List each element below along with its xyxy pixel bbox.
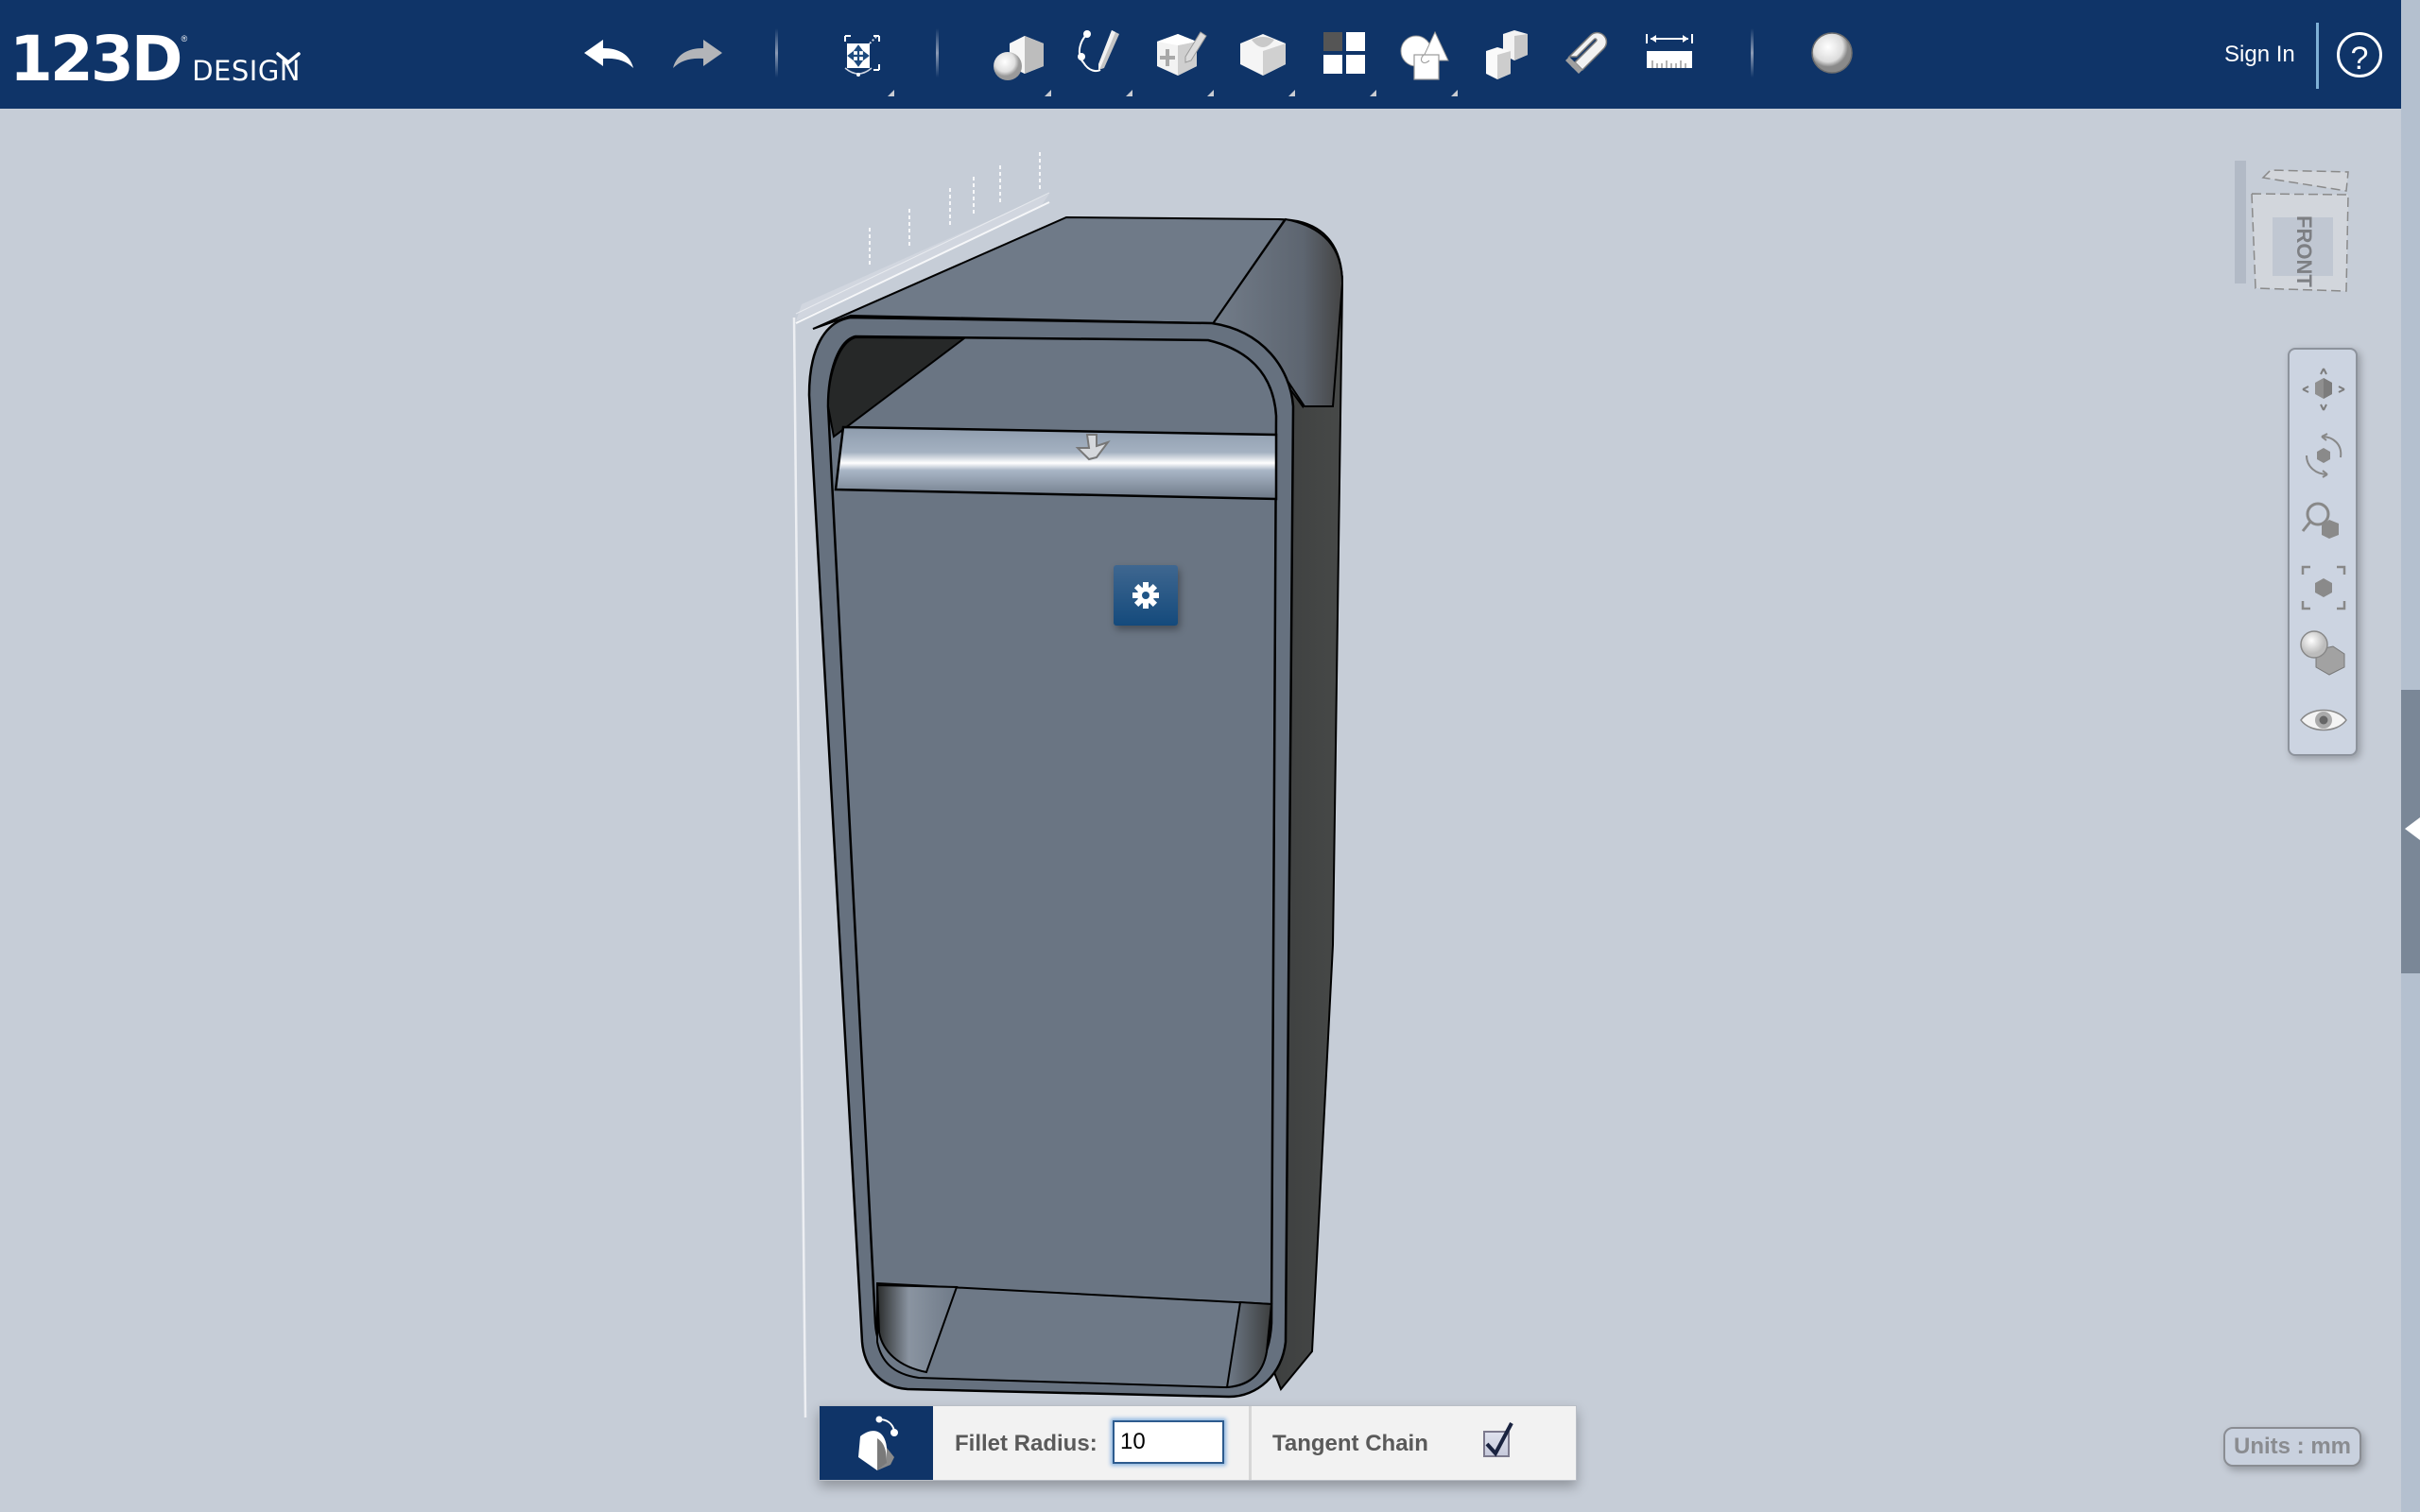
units-indicator[interactable]: Units : mm (2223, 1427, 2361, 1467)
navigation-bar (2288, 348, 2358, 756)
pan-button[interactable] (2299, 365, 2348, 414)
fit-to-view-icon (2301, 565, 2346, 610)
pan-icon (2302, 368, 2345, 411)
show-hide-button[interactable] (2299, 696, 2348, 745)
chevron-left-icon (2405, 817, 2420, 840)
fit-to-view-button[interactable] (2299, 563, 2348, 612)
3d-viewport[interactable] (0, 0, 2420, 1512)
material-visibility-button[interactable] (2299, 629, 2348, 679)
checkmark-icon (1485, 1422, 1513, 1457)
fillet-options-panel: Fillet Radius: Tangent Chain (819, 1405, 1577, 1481)
tangent-chain-checkbox[interactable] (1483, 1422, 1513, 1457)
gear-icon (1132, 582, 1159, 609)
fillet-radius-input[interactable] (1113, 1420, 1224, 1464)
fillet-tool-indicator (820, 1406, 933, 1480)
viewcube-face-label: FRONT (2292, 215, 2316, 287)
orbit-icon (2306, 433, 2342, 478)
tangent-chain-label: Tangent Chain (1272, 1431, 1428, 1456)
fillet-icon (858, 1416, 898, 1470)
fillet-settings-button[interactable] (1114, 565, 1178, 626)
zoom-icon (2301, 502, 2339, 539)
view-cube[interactable]: FRONT (2231, 151, 2354, 293)
selected-fillet-edge (834, 425, 1278, 501)
zoom-button[interactable] (2299, 497, 2348, 546)
orbit-button[interactable] (2299, 431, 2348, 480)
fillet-radius-label: Fillet Radius: (955, 1431, 1098, 1456)
panel-divider (1249, 1406, 1252, 1480)
eye-icon (2300, 709, 2347, 731)
material-visibility-icon (2300, 630, 2345, 676)
